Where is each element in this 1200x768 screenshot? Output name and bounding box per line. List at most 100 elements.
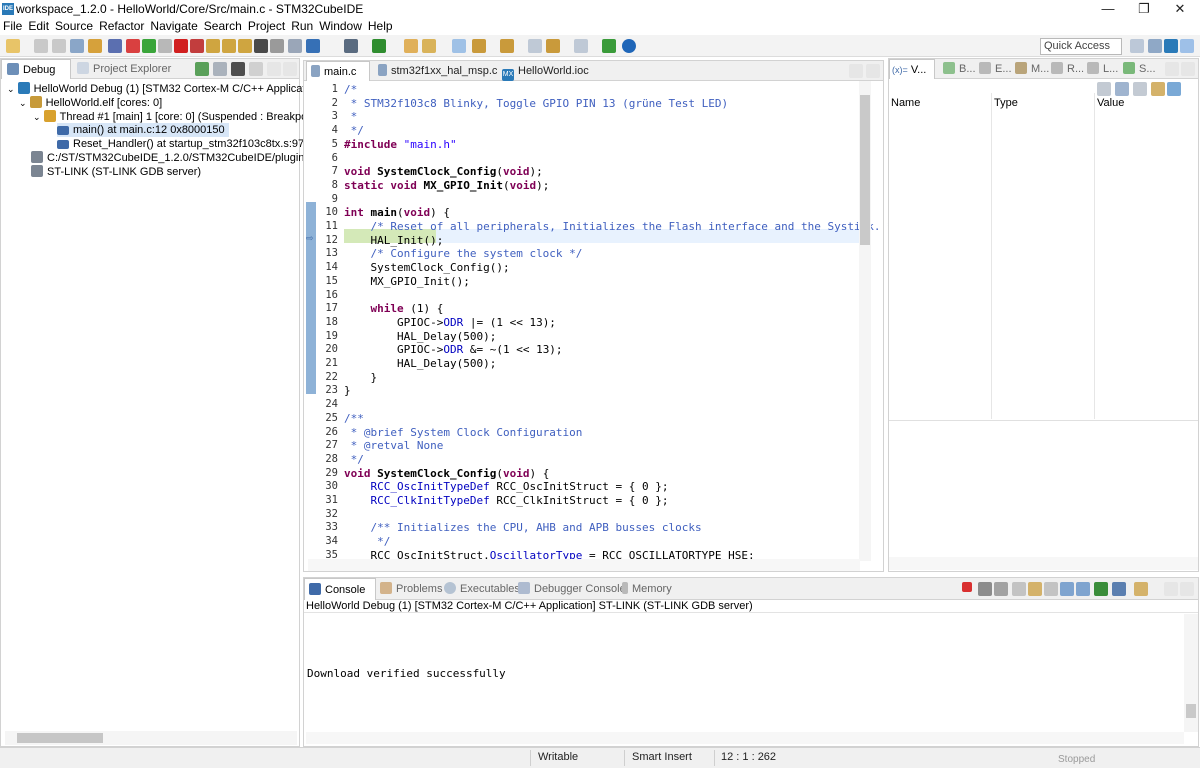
code-line[interactable]: HAL_Delay(500); bbox=[344, 330, 496, 344]
open-type-icon[interactable] bbox=[404, 39, 418, 53]
console-hscrollbar[interactable] bbox=[306, 732, 1184, 744]
maximize-view-icon[interactable] bbox=[1180, 582, 1194, 596]
tab-live-expressions[interactable]: L... bbox=[1087, 59, 1118, 79]
code-line[interactable]: SystemClock_Config(); bbox=[344, 261, 509, 275]
tab-console[interactable]: Console bbox=[304, 578, 376, 600]
step-mode-icon[interactable] bbox=[231, 62, 245, 76]
tab-executables[interactable]: Executables bbox=[444, 578, 520, 598]
terminate-icon[interactable] bbox=[962, 582, 972, 592]
quick-access-input[interactable]: Quick Access bbox=[1040, 38, 1122, 55]
restart-icon[interactable] bbox=[270, 39, 284, 53]
terminate-relaunch-icon[interactable] bbox=[126, 39, 140, 53]
code-line[interactable]: int main(void) { bbox=[344, 206, 450, 220]
code-line[interactable]: #include "main.h" bbox=[344, 138, 457, 152]
column-type[interactable]: Type bbox=[994, 97, 1018, 109]
code-line[interactable]: HAL_Init(); bbox=[344, 234, 443, 248]
tab-debugger-console[interactable]: Debugger Console bbox=[518, 578, 626, 598]
variables-hscrollbar[interactable] bbox=[889, 557, 1198, 570]
show-stderr-icon[interactable] bbox=[1076, 582, 1090, 596]
code-line[interactable]: /* Reset of all peripherals, Initializes… bbox=[344, 220, 901, 234]
code-line[interactable]: while (1) { bbox=[344, 302, 444, 316]
instruction-step-icon[interactable] bbox=[254, 39, 268, 53]
view-menu-icon[interactable] bbox=[249, 62, 263, 76]
code-line[interactable]: void SystemClock_Config(void); bbox=[344, 165, 543, 179]
external-tool-icon[interactable] bbox=[602, 39, 616, 53]
layout-icon[interactable] bbox=[1151, 82, 1165, 96]
code-line[interactable]: } bbox=[344, 371, 377, 385]
skip-breakpoints-icon[interactable] bbox=[108, 39, 122, 53]
tree-item-thread[interactable]: ⌄ Thread #1 [main] 1 [core: 0] (Suspende… bbox=[33, 110, 323, 124]
tab-sfrs[interactable]: S... bbox=[1123, 59, 1156, 79]
step-into-icon[interactable] bbox=[206, 39, 220, 53]
minimize-view-icon[interactable] bbox=[267, 62, 281, 76]
build-icon[interactable] bbox=[70, 39, 84, 53]
search-icon[interactable] bbox=[422, 39, 436, 53]
debug-perspective-icon[interactable] bbox=[1180, 39, 1194, 53]
menu-navigate[interactable]: Navigate bbox=[147, 18, 200, 34]
forward-icon[interactable] bbox=[574, 39, 588, 53]
remove-terminated-icon[interactable] bbox=[213, 62, 227, 76]
tree-item-gdb-path[interactable]: C:/ST/STM32CubeIDE_1.2.0/STM32CubeIDE/pl… bbox=[31, 151, 348, 165]
step-return-icon[interactable] bbox=[238, 39, 252, 53]
minimize-button[interactable]: — bbox=[1090, 0, 1126, 18]
collapse-all-icon[interactable] bbox=[1133, 82, 1147, 96]
debug-hscrollbar[interactable] bbox=[5, 731, 297, 745]
suspend-icon[interactable] bbox=[158, 39, 172, 53]
next-annotation-icon[interactable] bbox=[472, 39, 486, 53]
open-perspective-icon[interactable] bbox=[1130, 39, 1144, 53]
code-line[interactable]: /** bbox=[344, 412, 364, 426]
minimize-editor-icon[interactable] bbox=[849, 64, 863, 78]
scroll-thumb[interactable] bbox=[860, 95, 870, 245]
menu-edit[interactable]: Edit bbox=[25, 18, 52, 34]
code-line[interactable]: /* Configure the system clock */ bbox=[344, 247, 583, 261]
scroll-thumb[interactable] bbox=[1186, 704, 1196, 718]
editor-vscrollbar[interactable] bbox=[859, 81, 871, 561]
code-line[interactable]: */ bbox=[344, 535, 390, 549]
open-console-icon[interactable] bbox=[1134, 582, 1148, 596]
column-value[interactable]: Value bbox=[1097, 97, 1124, 109]
tab-breakpoints[interactable]: B... bbox=[943, 59, 976, 79]
tab-project-explorer[interactable]: Project Explorer bbox=[75, 59, 171, 79]
code-line[interactable]: RCC_OscInitTypeDef RCC_OscInitStruct = {… bbox=[344, 480, 669, 494]
code-line[interactable]: void SystemClock_Config(void) { bbox=[344, 467, 549, 481]
code-line[interactable]: * STM32f103c8 Blinky, Toggle GPIO PIN 13… bbox=[344, 97, 729, 111]
menu-search[interactable]: Search bbox=[201, 18, 245, 34]
tab-expressions[interactable]: E... bbox=[979, 59, 1012, 79]
console-vscrollbar[interactable] bbox=[1184, 614, 1198, 732]
menu-file[interactable]: File bbox=[0, 18, 25, 34]
step-over-icon[interactable] bbox=[222, 39, 236, 53]
code-line[interactable]: GPIOC->ODR &= ~(1 << 13); bbox=[344, 343, 563, 357]
info-icon[interactable] bbox=[622, 39, 636, 53]
minimize-view-icon[interactable] bbox=[1164, 582, 1178, 596]
tab-debug[interactable]: Debug bbox=[1, 59, 71, 79]
remove-all-icon[interactable] bbox=[994, 582, 1008, 596]
code-line[interactable]: * @brief System Clock Configuration bbox=[344, 426, 583, 440]
debug-config-icon[interactable] bbox=[306, 39, 320, 53]
back-icon[interactable] bbox=[546, 39, 560, 53]
menu-project[interactable]: Project bbox=[245, 18, 288, 34]
collapse-icon[interactable] bbox=[195, 62, 209, 76]
code-line[interactable]: */ bbox=[344, 453, 364, 467]
toggle-mark-icon[interactable] bbox=[452, 39, 466, 53]
debug-icon[interactable] bbox=[344, 39, 358, 53]
show-type-names-icon[interactable] bbox=[1097, 82, 1111, 96]
last-edit-icon[interactable] bbox=[528, 39, 542, 53]
show-stdout-icon[interactable] bbox=[1060, 582, 1074, 596]
tab-ioc[interactable]: MX HelloWorld.ioc bbox=[500, 61, 589, 81]
code-line[interactable]: GPIOC->ODR |= (1 << 13); bbox=[344, 316, 556, 330]
code-line[interactable]: /* bbox=[344, 83, 357, 97]
tab-problems[interactable]: Problems bbox=[380, 578, 442, 598]
tree-item-frame-main[interactable]: main() at main.c:12 0x8000150 bbox=[57, 123, 229, 137]
pin-icon[interactable] bbox=[288, 39, 302, 53]
pin-console-icon[interactable] bbox=[1094, 582, 1108, 596]
maximize-view-icon[interactable] bbox=[1181, 62, 1195, 76]
show-logical-icon[interactable] bbox=[1115, 82, 1129, 96]
terminate-icon[interactable] bbox=[174, 39, 188, 53]
clear-console-icon[interactable] bbox=[1012, 582, 1026, 596]
close-button[interactable]: ✕ bbox=[1162, 0, 1198, 18]
word-wrap-icon[interactable] bbox=[1044, 582, 1058, 596]
code-line[interactable]: HAL_Delay(500); bbox=[344, 357, 496, 371]
minimize-view-icon[interactable] bbox=[1165, 62, 1179, 76]
restore-button[interactable]: ❐ bbox=[1126, 0, 1162, 18]
code-text[interactable]: /* * STM32f103c8 Blinky, Toggle GPIO PIN… bbox=[344, 81, 900, 562]
